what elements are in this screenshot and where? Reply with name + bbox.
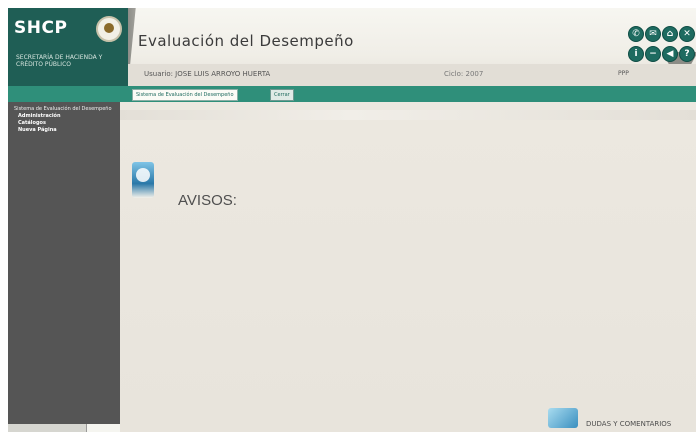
main-top-strip (120, 110, 696, 120)
sidebar-footer (8, 424, 121, 432)
sidebar-item-catalogos[interactable]: Catálogos (18, 120, 46, 126)
ppp-label: PPP (618, 70, 629, 77)
info-icon[interactable]: i (628, 46, 644, 62)
sidebar-item-nueva-pagina[interactable]: Nueva Página (18, 127, 57, 133)
avisos-icon (132, 162, 154, 198)
sidebar-title[interactable]: Sistema de Evaluación del Desempeño (14, 106, 120, 112)
help-icon[interactable]: ? (679, 46, 695, 62)
main-content: AVISOS: DUDAS Y COMENTARIOS (120, 102, 696, 432)
header-info-bar: Usuario: JOSE LUIS ARROYO HUERTA Ciclo: … (128, 64, 696, 86)
app-title: Evaluación del Desempeño (138, 32, 354, 50)
mail-icon[interactable] (548, 408, 578, 428)
avisos-heading: AVISOS: (178, 192, 237, 209)
secretaria-label: SECRETARÍA DE HACIENDA Y CRÉDITO PÚBLICO (16, 54, 103, 68)
shcp-logo-panel: SHCP SECRETARÍA DE HACIENDA Y CRÉDITO PÚ… (8, 8, 128, 86)
dudas-comentarios-link[interactable]: DUDAS Y COMENTARIOS (586, 420, 671, 428)
minus-icon[interactable]: − (645, 46, 661, 62)
ciclo-label: Ciclo: 2007 (444, 70, 484, 78)
sidebar-item-administracion[interactable]: Administración (18, 113, 61, 119)
user-label: Usuario: JOSE LUIS ARROYO HUERTA (144, 70, 271, 78)
tab-bar: Sistema de Evaluación del Desempeño Cerr… (8, 86, 696, 102)
sidebar: Sistema de Evaluación del Desempeño Admi… (8, 102, 120, 424)
close-tab-button[interactable]: Cerrar (270, 89, 294, 101)
mexico-emblem-icon (96, 16, 122, 42)
home-icon[interactable]: ⌂ (662, 26, 678, 42)
header: Evaluación del Desempeño Usuario: JOSE L… (128, 8, 696, 86)
back-icon[interactable]: ◀ (662, 46, 678, 62)
email-icon[interactable]: ✉ (645, 26, 661, 42)
tab-sistema-evaluacion[interactable]: Sistema de Evaluación del Desempeño (132, 89, 238, 101)
phone-icon[interactable]: ✆ (628, 26, 644, 42)
close-icon[interactable]: ✕ (679, 26, 695, 42)
app-window: SHCP SECRETARÍA DE HACIENDA Y CRÉDITO PÚ… (8, 8, 696, 432)
shcp-logo-text: SHCP (14, 18, 68, 38)
